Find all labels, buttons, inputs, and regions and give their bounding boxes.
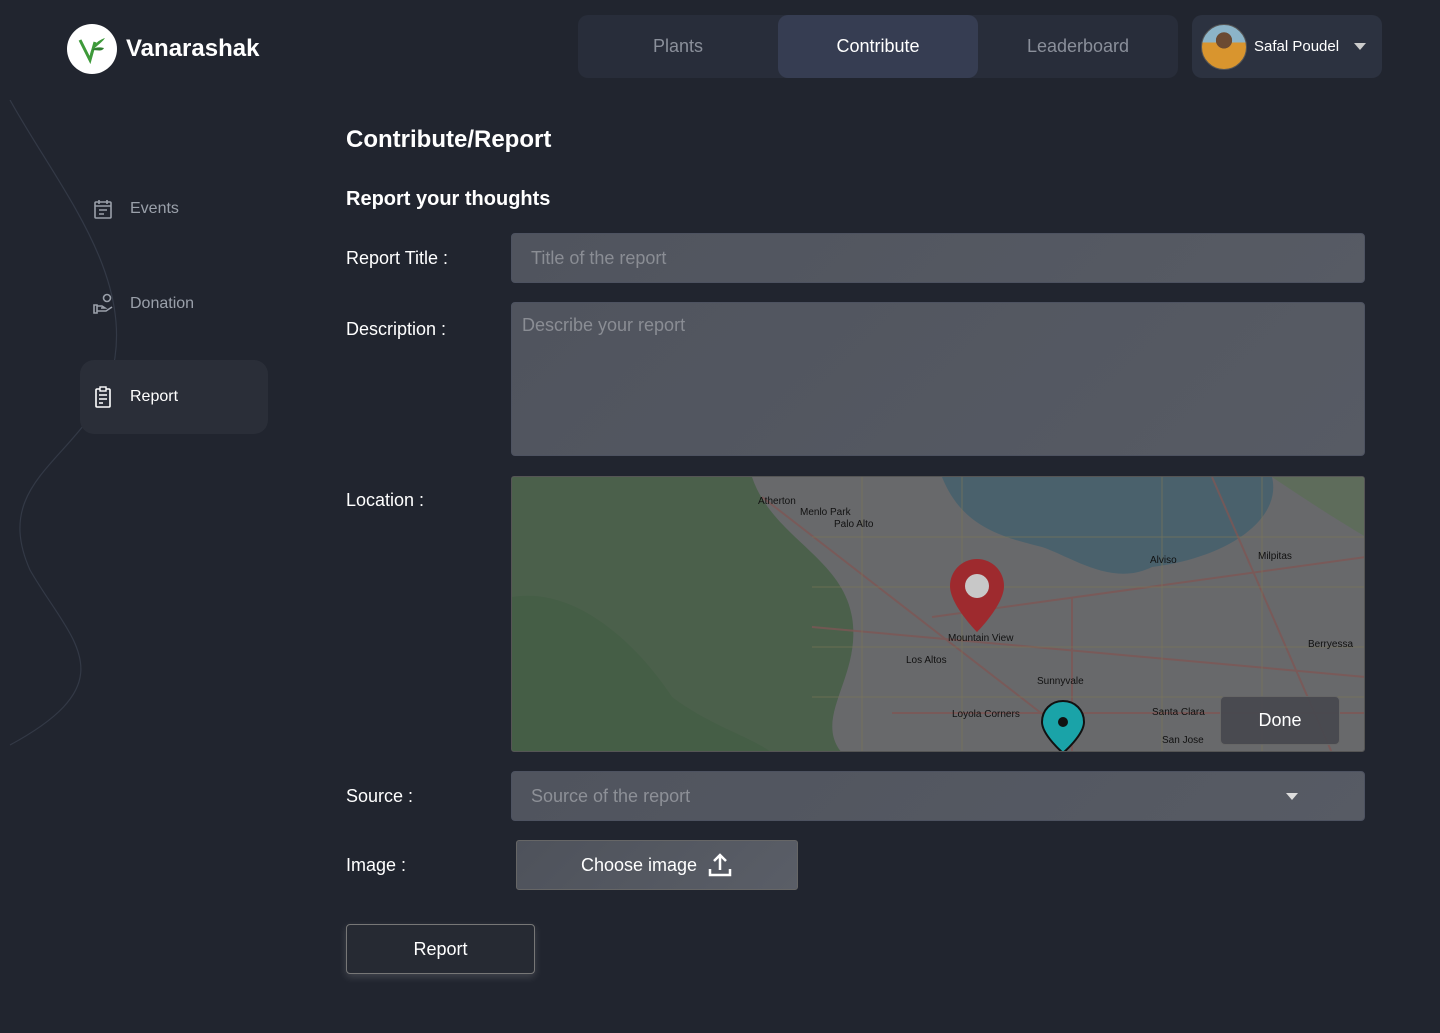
report-title-label: Report Title : (346, 248, 449, 268)
description-input[interactable] (522, 315, 1354, 443)
tab-plants[interactable]: Plants (578, 15, 778, 78)
map-label: Alviso (1150, 555, 1177, 566)
map-label: Mountain View (948, 633, 1014, 644)
page-title: Contribute/Report (346, 126, 552, 153)
report-title-field (511, 233, 1365, 283)
donation-hand-icon (93, 293, 113, 314)
page-subtitle: Report your thoughts (346, 188, 551, 210)
location-label: Location : (346, 490, 425, 510)
map-label: Palo Alto (834, 519, 874, 530)
map-label: Loyola Corners (952, 709, 1020, 720)
choose-image-button[interactable]: Choose image (516, 840, 798, 890)
calendar-icon (94, 200, 112, 219)
source-placeholder: Source of the report (531, 785, 691, 806)
image-label: Image : (346, 855, 407, 875)
map-label: Sunnyvale (1037, 676, 1084, 687)
map-label: Los Altos (906, 655, 947, 666)
source-label: Source : (346, 786, 414, 806)
upload-icon (708, 853, 732, 877)
map-label: Milpitas (1258, 551, 1292, 562)
description-field (511, 302, 1365, 456)
avatar (1201, 23, 1247, 70)
user-menu[interactable]: Safal Poudel (1192, 15, 1382, 78)
sidebar-item-report[interactable]: Report (80, 360, 268, 434)
map-label: Santa Clara (1152, 707, 1205, 718)
tab-contribute[interactable]: Contribute (778, 15, 978, 78)
chevron-down-icon (1286, 792, 1298, 800)
map-label: Berryessa (1308, 639, 1353, 650)
sidebar-item-label: Donation (130, 295, 195, 312)
location-map[interactable]: Atherton Menlo Park Palo Alto Mountain V… (511, 476, 1365, 752)
map-label: San Jose (1162, 735, 1204, 746)
tab-leaderboard[interactable]: Leaderboard (978, 15, 1178, 78)
report-title-input[interactable] (531, 234, 1345, 282)
sidebar-item-events[interactable]: Events (80, 172, 268, 246)
choose-image-label: Choose image (580, 854, 698, 875)
brand-logo[interactable]: Vanarashak (67, 24, 259, 74)
sidebar-item-label: Events (130, 200, 179, 217)
map-label: Menlo Park (800, 507, 852, 518)
map-done-button[interactable]: Done (1220, 696, 1340, 745)
sidebar-item-label: Report (130, 388, 179, 405)
submit-report-button[interactable]: Report (346, 924, 535, 974)
sidebar-item-donation[interactable]: Donation (80, 267, 268, 341)
user-name: Safal Poudel (1254, 38, 1340, 55)
description-label: Description : (346, 319, 447, 339)
chevron-down-icon (1354, 43, 1367, 50)
map-label: Atherton (758, 496, 796, 507)
clipboard-icon (95, 386, 111, 408)
top-nav: Plants Contribute Leaderboard (578, 15, 1178, 78)
brand-name: Vanarashak (126, 35, 260, 62)
source-select[interactable]: Source of the report (511, 771, 1365, 821)
leaf-logo-icon (67, 24, 117, 74)
